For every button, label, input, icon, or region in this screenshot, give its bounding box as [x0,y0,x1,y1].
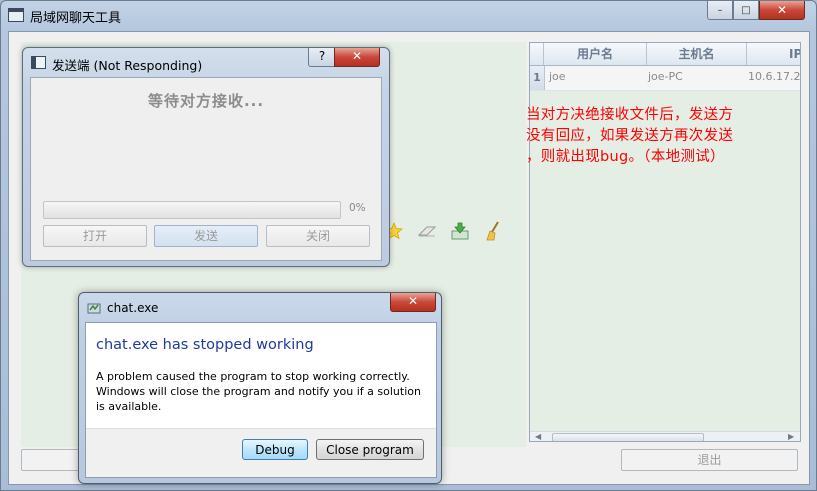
window-icon [31,56,46,69]
cell-username: joe [549,70,566,83]
column-header-username[interactable]: 用户名 [544,43,647,65]
bottom-left-button[interactable] [21,449,83,471]
open-button[interactable]: 打开 [43,225,147,247]
program-icon [87,301,101,315]
annotation-line: ，则就出现bug。（本地测试） [526,149,725,165]
help-button[interactable]: ? [308,48,336,67]
progress-percent: 0% [349,202,366,214]
save-icon[interactable] [450,221,470,241]
user-list-table[interactable]: 用户名 主机名 IP 1 joe joe-PC 10.6.17.20 ◀ ▶ [529,42,801,442]
sender-dialog: 发送端 (Not Responding) ? ✕ 等待对方接收... 0% 打开… [22,47,390,267]
close-button[interactable]: ✕ [759,1,805,20]
crash-message: A problem caused the program to stop wor… [96,370,421,413]
column-header-ip[interactable]: IP [747,43,800,65]
broom-icon[interactable] [483,221,503,241]
close-program-button[interactable]: Close program [316,439,424,460]
cell-hostname: joe-PC [648,70,683,83]
scrollbar-thumb[interactable] [552,433,704,441]
crash-dialog: chat.exe ✕ chat.exe has stopped working … [78,292,442,484]
crash-heading: chat.exe has stopped working [96,337,314,353]
eraser-icon[interactable] [417,221,437,241]
main-window-title: 局域网聊天工具 [30,11,122,26]
sender-close-button[interactable]: ✕ [334,48,380,67]
debug-button[interactable]: Debug [242,439,308,460]
close-dialog-button[interactable]: 关闭 [266,225,370,247]
sender-dialog-title: 发送端 (Not Responding) [52,58,203,73]
maximize-button[interactable]: □ [733,1,759,20]
column-header-hostname[interactable]: 主机名 [647,43,747,65]
table-row[interactable]: 1 joe joe-PC 10.6.17.20 [530,66,800,91]
send-button[interactable]: 发送 [154,225,258,247]
main-titlebar[interactable]: 局域网聊天工具 – □ ✕ [1,1,816,29]
crash-dialog-title: chat.exe [107,301,159,315]
sender-dialog-body: 等待对方接收... 0% 打开 发送 关闭 [30,77,382,261]
crash-close-button[interactable]: ✕ [390,293,436,312]
progress-bar [43,201,341,219]
table-header: 用户名 主机名 IP [530,43,800,66]
corner-header [530,43,544,65]
app-window-icon [8,8,24,22]
minimize-button[interactable]: – [707,1,733,20]
horizontal-scrollbar[interactable]: ◀ ▶ [530,431,800,441]
waiting-label: 等待对方接收... [147,92,265,110]
bug-annotation-text: 当对方决绝接收文件后，发送方 没有回应，如果发送方再次发送 ，则就出现bug。（… [526,105,796,168]
exit-button[interactable]: 退出 [621,449,798,471]
crash-dialog-body: chat.exe has stopped working A problem c… [85,322,437,478]
scroll-right-icon[interactable]: ▶ [788,432,794,441]
annotation-line: 当对方决绝接收文件后，发送方 [526,107,734,123]
crash-content-panel: chat.exe has stopped working A problem c… [86,323,436,429]
scroll-left-icon[interactable]: ◀ [535,432,541,441]
cell-ip: 10.6.17.20 [748,70,801,83]
row-index: 1 [530,66,545,90]
annotation-line: 没有回应，如果发送方再次发送 [526,128,734,144]
chat-toolbar [384,220,529,242]
